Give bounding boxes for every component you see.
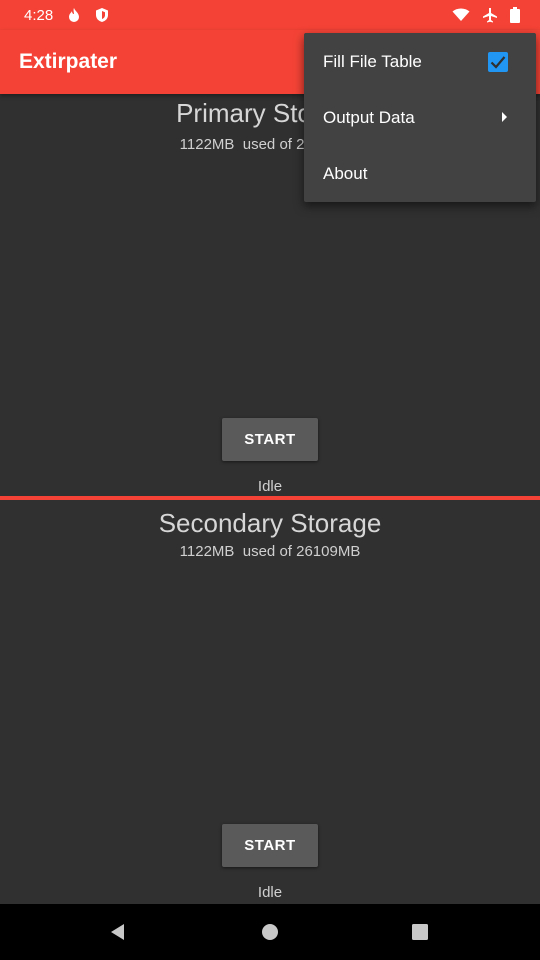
overflow-menu: Fill File Table Output Data About xyxy=(304,33,536,202)
menu-item-output-data[interactable]: Output Data xyxy=(304,90,536,146)
shield-icon xyxy=(95,7,109,23)
menu-item-fill-file-table[interactable]: Fill File Table xyxy=(304,34,536,90)
submenu-arrow-icon xyxy=(501,108,509,128)
menu-item-label: Fill File Table xyxy=(323,52,422,71)
status-time: 4:28 xyxy=(24,6,54,24)
navigation-bar xyxy=(0,904,540,960)
menu-item-label: About xyxy=(323,164,368,183)
home-icon[interactable] xyxy=(240,904,300,960)
secondary-start-button[interactable]: START xyxy=(222,824,318,867)
menu-item-about[interactable]: About xyxy=(304,146,536,202)
airplane-icon xyxy=(482,7,498,23)
fill-file-table-checkbox[interactable] xyxy=(488,52,508,72)
checkmark-icon xyxy=(490,56,506,69)
secondary-storage-title: Secondary Storage xyxy=(158,508,382,538)
secondary-storage-usage: 1122MB used of 26109MB xyxy=(179,543,361,560)
back-icon[interactable] xyxy=(88,904,148,960)
battery-icon xyxy=(510,7,520,23)
primary-start-button[interactable]: START xyxy=(222,418,318,461)
primary-status-text: Idle xyxy=(257,478,283,495)
secondary-storage-panel: Secondary Storage 1122MB used of 26109MB… xyxy=(0,500,540,904)
recents-icon[interactable] xyxy=(390,904,450,960)
app-title: Extirpater xyxy=(19,50,118,73)
wifi-icon xyxy=(452,8,470,22)
secondary-status-text: Idle xyxy=(257,884,283,901)
status-bar: 4:28 xyxy=(0,0,540,30)
menu-item-label: Output Data xyxy=(323,108,415,127)
fire-icon xyxy=(67,7,81,23)
